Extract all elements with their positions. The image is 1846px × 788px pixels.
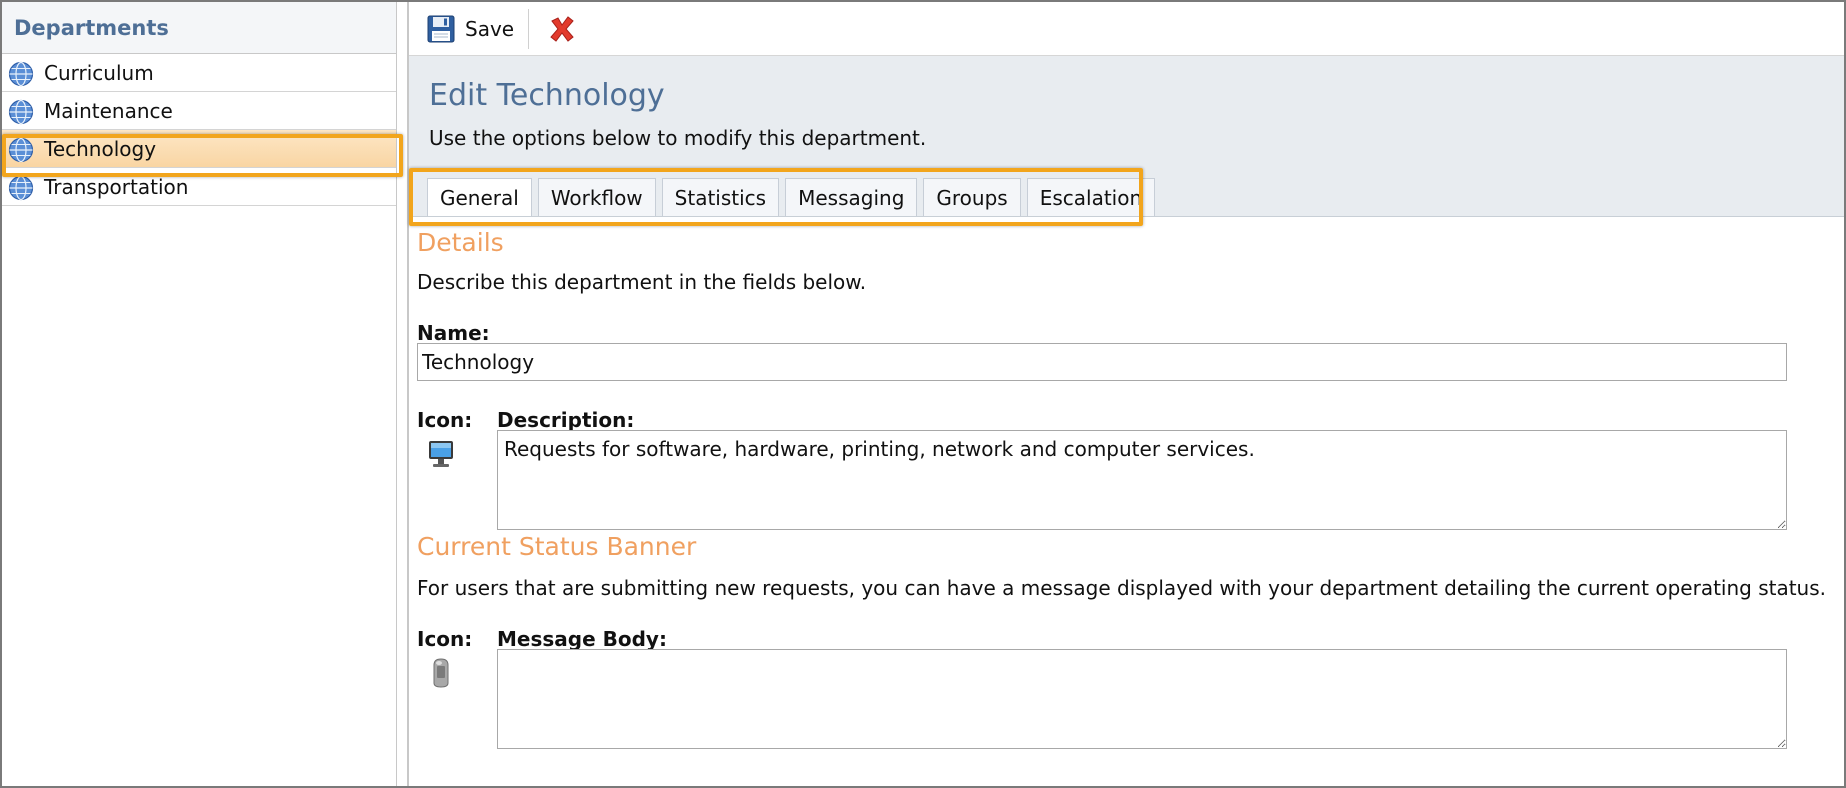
status-banner-description: For users that are submitting new reques… xyxy=(417,576,1827,600)
edit-header: Edit Technology Use the options below to… xyxy=(409,56,1844,217)
details-description: Describe this department in the fields b… xyxy=(417,270,867,294)
message-body-textarea[interactable] xyxy=(497,649,1787,749)
dept-item-label: Curriculum xyxy=(44,60,154,85)
traffic-light-icon[interactable] xyxy=(426,657,456,689)
dept-item-label: Technology xyxy=(44,136,157,161)
main-panel: Save Edit Technology Use the options bel… xyxy=(407,2,1844,786)
dept-item-maintenance[interactable]: Maintenance xyxy=(2,92,396,130)
dept-item-label: Transportation xyxy=(44,174,189,199)
message-body-label: Message Body: xyxy=(497,627,667,651)
description-textarea[interactable]: Requests for software, hardware, printin… xyxy=(497,430,1787,530)
tab-bar: General Workflow Statistics Messaging Gr… xyxy=(427,178,1156,216)
tab-messaging[interactable]: Messaging xyxy=(785,178,918,216)
description-icon-label: Icon: xyxy=(417,408,473,432)
save-label: Save xyxy=(465,16,515,41)
tab-groups[interactable]: Groups xyxy=(923,178,1021,216)
status-banner-title: Current Status Banner xyxy=(417,532,697,561)
toolbar: Save xyxy=(409,2,1844,56)
name-input[interactable] xyxy=(417,343,1787,381)
details-title: Details xyxy=(417,228,504,257)
dept-item-label: Maintenance xyxy=(44,98,173,123)
close-icon xyxy=(550,15,574,42)
dept-item-curriculum[interactable]: Curriculum xyxy=(2,54,396,92)
tab-statistics[interactable]: Statistics xyxy=(661,178,780,216)
toolbar-separator xyxy=(528,8,530,49)
save-button[interactable]: Save xyxy=(421,11,520,47)
page-title: Edit Technology xyxy=(429,78,665,113)
globe-icon xyxy=(8,175,34,201)
page-subtitle: Use the options below to modify this dep… xyxy=(429,126,927,150)
cancel-button[interactable] xyxy=(541,10,583,48)
name-label: Name: xyxy=(417,321,490,345)
description-label: Description: xyxy=(497,408,635,432)
departments-sidebar: Departments Curriculum Maintenance Techn… xyxy=(2,2,397,786)
globe-icon xyxy=(8,137,34,163)
dept-item-technology[interactable]: Technology xyxy=(2,130,396,168)
globe-icon xyxy=(8,61,34,87)
dept-item-transportation[interactable]: Transportation xyxy=(2,168,396,206)
tab-escalation[interactable]: Escalation xyxy=(1026,178,1156,216)
status-icon-label: Icon: xyxy=(417,627,473,651)
floppy-disk-icon xyxy=(427,15,455,42)
monitor-icon[interactable] xyxy=(426,439,456,471)
tab-workflow[interactable]: Workflow xyxy=(537,178,656,216)
globe-icon xyxy=(8,99,34,125)
tab-general[interactable]: General xyxy=(427,178,532,216)
sidebar-header: Departments xyxy=(2,2,396,54)
